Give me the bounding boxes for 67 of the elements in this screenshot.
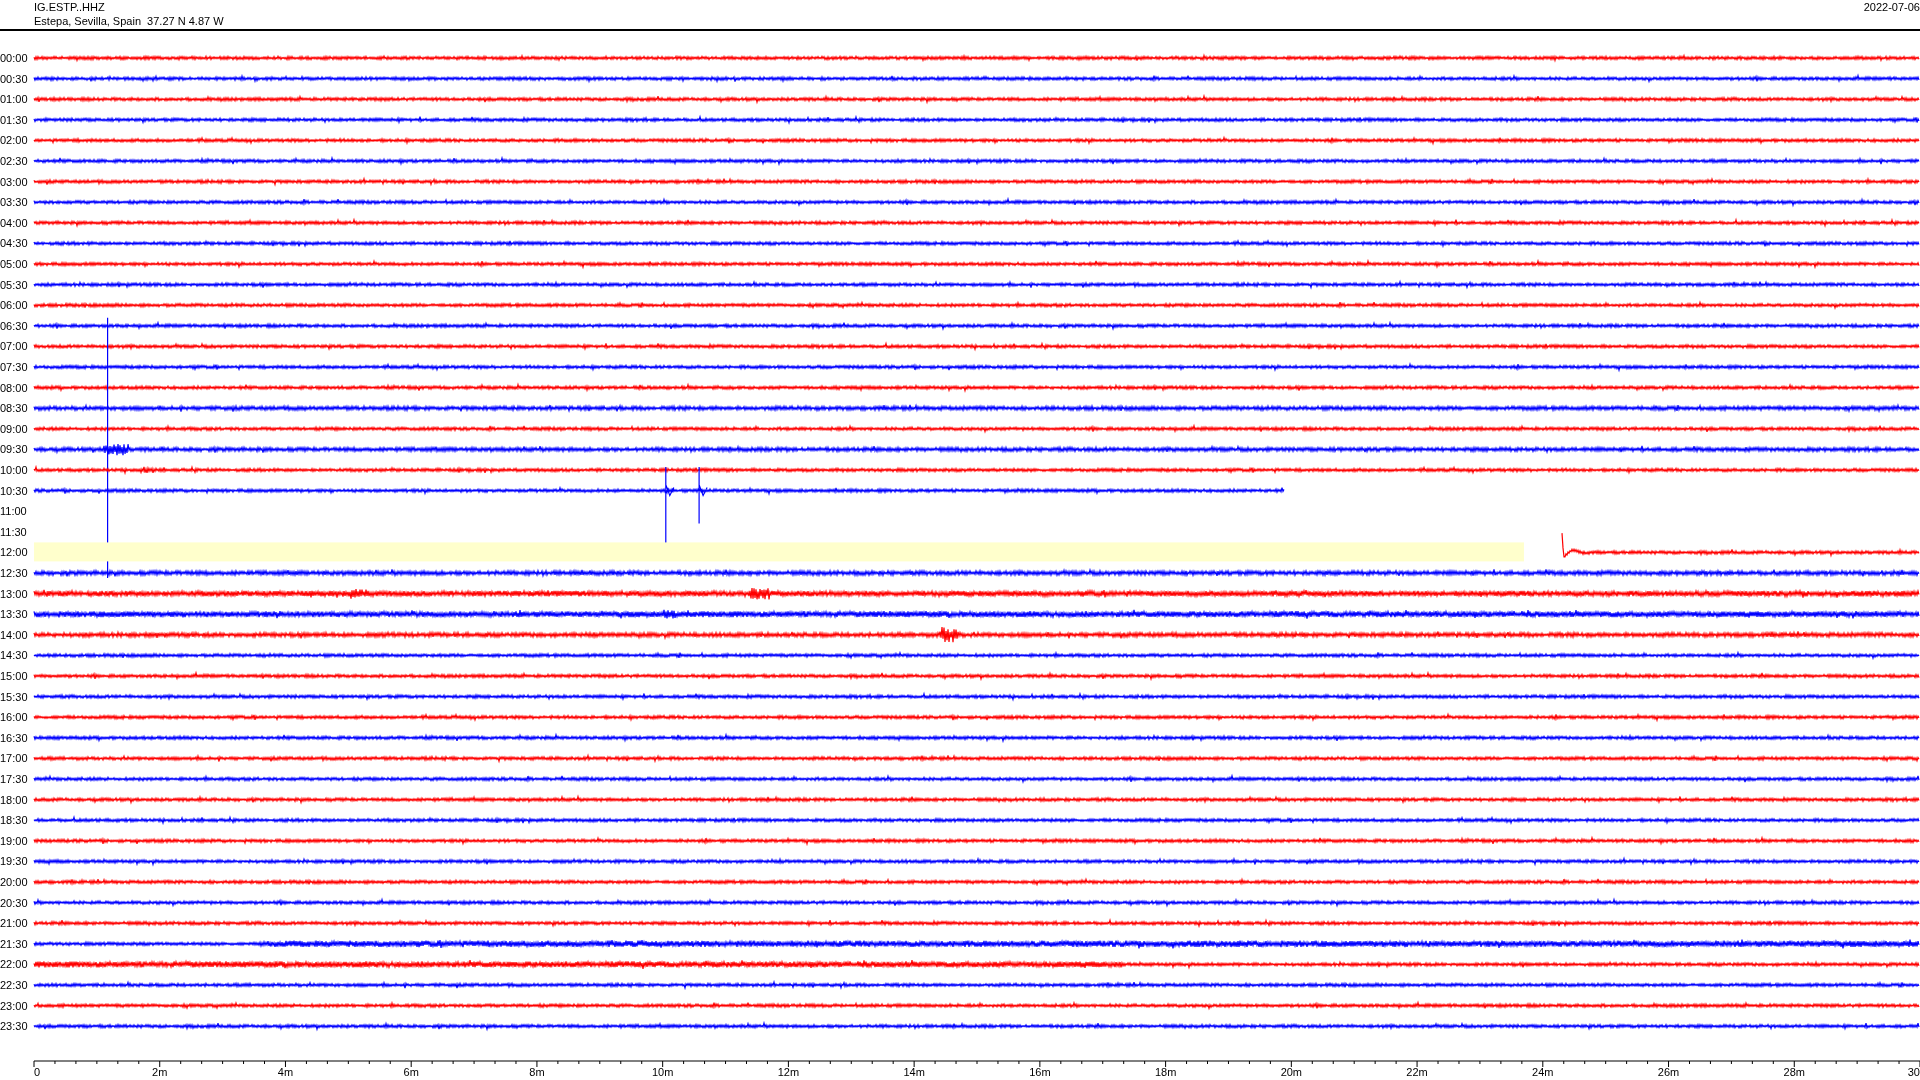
hour-label: 02:00	[0, 134, 28, 147]
hour-label: 16:00	[0, 711, 28, 724]
hour-label: 11:00	[0, 505, 27, 518]
axis-label: 28m	[1783, 1066, 1805, 1078]
station-code: IG.ESTP..HHZ	[34, 0, 106, 14]
hour-label: 07:00	[0, 340, 28, 353]
axis-label: 22m	[1406, 1066, 1428, 1078]
station-location: Estepa, Sevilla, Spain 37.27 N 4.87 W	[34, 14, 224, 28]
hour-label: 15:00	[0, 670, 28, 682]
hour-label: 15:30	[0, 690, 28, 703]
axis-label: 4m	[277, 1066, 294, 1078]
hour-label: 13:00	[0, 587, 28, 600]
hour-label: 04:30	[0, 237, 28, 250]
hour-label: 08:30	[0, 402, 28, 415]
hour-label: 22:30	[0, 979, 28, 991]
axis-label: 12m	[777, 1066, 800, 1078]
axis-label: 8m	[529, 1066, 545, 1078]
hour-label: 03:00	[0, 175, 28, 188]
hour-label: 21:00	[0, 917, 28, 930]
hour-label: 23:00	[0, 999, 28, 1012]
axis-label: 2m	[152, 1066, 168, 1078]
hour-label: 20:30	[0, 896, 28, 909]
hour-label: 17:00	[0, 752, 28, 765]
hour-label: 02:30	[0, 155, 28, 167]
axis-label: 0	[34, 1066, 41, 1078]
hour-label: 05:30	[0, 278, 28, 291]
hour-label: 00:00	[0, 52, 28, 64]
axis-label: 24m	[1532, 1066, 1554, 1078]
axis-label: 18m	[1154, 1066, 1177, 1078]
hour-label: 06:30	[0, 319, 28, 332]
axis-label: 14m	[903, 1066, 925, 1078]
hour-label: 23:30	[0, 1020, 28, 1033]
axis-label: 20m	[1280, 1066, 1303, 1078]
hour-label: 12:30	[0, 567, 28, 579]
hour-label: 14:30	[0, 649, 28, 662]
hour-label: 12:00	[0, 546, 28, 559]
hour-label: 19:00	[0, 834, 28, 847]
hour-label: 22:00	[0, 958, 28, 971]
axis-label: 16m	[1029, 1066, 1051, 1078]
hour-label: 18:30	[0, 814, 28, 827]
hour-label: 10:30	[0, 484, 28, 497]
hour-label: 20:00	[0, 876, 28, 888]
hour-label: 09:00	[0, 422, 28, 435]
hour-label: 13:30	[0, 608, 28, 621]
hour-label: 00:30	[0, 72, 28, 85]
hour-label: 10:00	[0, 464, 28, 476]
hour-label: 01:30	[0, 113, 28, 126]
hour-label: 14:00	[0, 628, 28, 641]
hour-label: 06:00	[0, 299, 28, 312]
hour-label: 07:30	[0, 361, 28, 373]
hour-label: 08:00	[0, 381, 28, 394]
date-label: 2022-07-06	[1863, 0, 1920, 14]
axis-label: 26m	[1657, 1066, 1680, 1078]
axis-label: 10m	[651, 1066, 674, 1078]
hour-label: 21:30	[0, 937, 28, 950]
hour-label: 04:00	[0, 216, 28, 229]
hour-label: 03:30	[0, 196, 28, 209]
axis-label: 6m	[403, 1066, 419, 1078]
hour-label: 09:30	[0, 443, 28, 456]
axis-label: 30	[1907, 1066, 1920, 1078]
hour-label: 11:30	[0, 525, 27, 538]
hour-label: 01:00	[0, 93, 28, 106]
hour-label: 17:30	[0, 773, 28, 785]
hour-label: 18:00	[0, 793, 28, 806]
hour-label: 19:30	[0, 855, 28, 868]
hour-label: 05:00	[0, 258, 28, 270]
hour-label: 16:30	[0, 731, 28, 744]
